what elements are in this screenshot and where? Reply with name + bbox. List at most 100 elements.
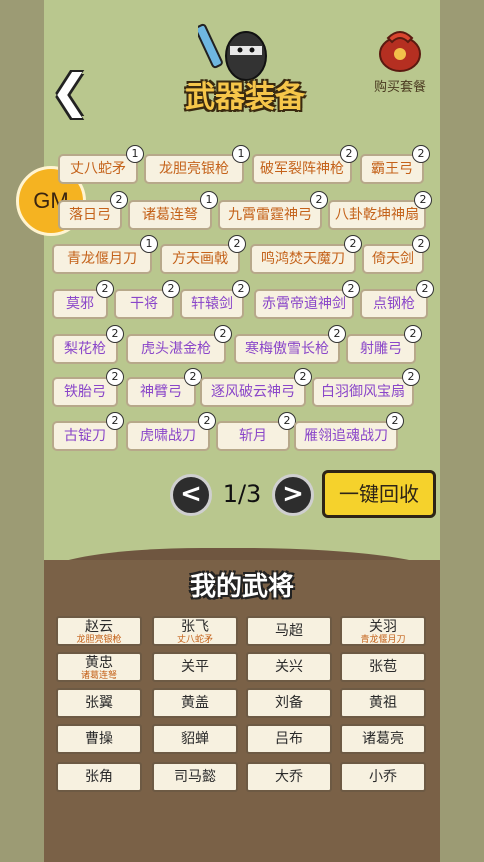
general-name: 黄盖	[181, 695, 209, 711]
weapon-name: 白羽御风宝扇	[321, 384, 405, 400]
general-card[interactable]: 黄祖	[340, 688, 426, 718]
weapon-level-badge: 1	[140, 235, 158, 253]
general-equipped-weapon: 诸葛连弩	[80, 671, 117, 681]
general-card[interactable]: 关兴	[246, 652, 332, 682]
weapon-chip[interactable]: 虎头湛金枪 2	[126, 325, 232, 364]
page-indicator: 1/3	[222, 480, 262, 508]
general-card[interactable]: 关羽 青龙偃月刀	[340, 616, 426, 646]
weapon-chip[interactable]: 莫邪 2	[52, 280, 114, 319]
general-name: 关兴	[275, 659, 303, 675]
weapon-level-badge: 2	[294, 368, 312, 386]
general-name: 吕布	[275, 731, 303, 747]
general-name: 关羽	[369, 619, 397, 635]
weapon-chip[interactable]: 丈八蛇矛 1	[58, 145, 144, 184]
general-name: 诸葛亮	[362, 731, 404, 747]
weapon-name: 方天画戟	[172, 251, 228, 267]
weapon-name: 虎头湛金枪	[141, 341, 211, 357]
weapon-chip[interactable]: 龙胆亮银枪 1	[144, 145, 250, 184]
weapon-chip[interactable]: 斩月 2	[216, 412, 296, 451]
weapon-name: 铁胎弓	[64, 384, 106, 400]
general-name: 马超	[275, 623, 303, 639]
general-card[interactable]: 张角	[56, 762, 142, 792]
weapon-level-badge: 1	[126, 145, 144, 163]
weapon-chip[interactable]: 倚天剑 2	[362, 235, 430, 274]
weapon-level-badge: 2	[162, 280, 180, 298]
weapon-chip[interactable]: 破军裂阵神枪 2	[252, 145, 358, 184]
recycle-all-button[interactable]: 一键回收	[322, 470, 436, 518]
general-name: 黄忠	[85, 655, 113, 671]
weapon-chip[interactable]: 方天画戟 2	[160, 235, 246, 274]
weapon-level-badge: 2	[414, 191, 432, 209]
weapon-level-badge: 2	[310, 191, 328, 209]
back-button[interactable]: ❮	[48, 66, 92, 116]
weapon-chip[interactable]: 梨花枪 2	[52, 325, 124, 364]
weapon-name: 龙胆亮银枪	[159, 161, 229, 177]
general-card[interactable]: 赵云 龙胆亮银枪	[56, 616, 142, 646]
general-card[interactable]: 貂蝉	[152, 724, 238, 754]
weapon-chip[interactable]: 点钢枪 2	[360, 280, 434, 319]
weapon-name: 莫邪	[66, 296, 94, 312]
general-name: 刘备	[275, 695, 303, 711]
general-name: 张角	[85, 769, 113, 785]
weapon-name: 梨花枪	[64, 341, 106, 357]
weapon-chip[interactable]: 鸣鸿焚天魔刀 2	[250, 235, 362, 274]
weapon-chip[interactable]: 诸葛连弩 1	[128, 191, 218, 230]
weapon-chip[interactable]: 铁胎弓 2	[52, 368, 124, 407]
prev-page-button[interactable]: <	[170, 474, 212, 516]
weapon-level-badge: 2	[198, 412, 216, 430]
weapon-level-badge: 2	[412, 145, 430, 163]
weapon-chip[interactable]: 落日弓 2	[58, 191, 128, 230]
weapon-name: 逐风破云神弓	[211, 384, 295, 400]
weapon-name: 诸葛连弩	[142, 207, 198, 223]
weapon-chip[interactable]: 霸王弓 2	[360, 145, 430, 184]
weapon-chip[interactable]: 寒梅傲雪长枪 2	[234, 325, 346, 364]
general-card[interactable]: 张苞	[340, 652, 426, 682]
weapon-chip[interactable]: 干将 2	[114, 280, 180, 319]
weapon-chip[interactable]: 逐风破云神弓 2	[200, 368, 312, 407]
general-card[interactable]: 吕布	[246, 724, 332, 754]
weapon-name: 斩月	[239, 428, 267, 444]
next-page-button[interactable]: >	[272, 474, 314, 516]
general-card[interactable]: 黄盖	[152, 688, 238, 718]
general-name: 曹操	[85, 731, 113, 747]
weapon-name: 倚天剑	[372, 251, 414, 267]
weapon-name: 八卦乾坤神扇	[335, 207, 419, 223]
general-card[interactable]: 小乔	[340, 762, 426, 792]
buy-package-label[interactable]: 购买套餐	[366, 76, 434, 95]
general-name: 赵云	[85, 619, 113, 635]
weapon-level-badge: 2	[106, 325, 124, 343]
weapon-chip[interactable]: 白羽御风宝扇 2	[312, 368, 420, 407]
weapon-level-badge: 2	[386, 412, 404, 430]
page-title: 武器装备	[185, 80, 305, 115]
weapon-name: 虎啸战刀	[140, 428, 196, 444]
general-card[interactable]: 大乔	[246, 762, 332, 792]
weapon-chip[interactable]: 赤霄帝道神剑 2	[254, 280, 360, 319]
general-equipped-weapon: 青龙偃月刀	[360, 635, 406, 645]
weapon-chip[interactable]: 八卦乾坤神扇 2	[328, 191, 432, 230]
weapon-level-badge: 2	[416, 280, 434, 298]
general-card[interactable]: 曹操	[56, 724, 142, 754]
general-card[interactable]: 黄忠 诸葛连弩	[56, 652, 142, 682]
general-card[interactable]: 诸葛亮	[340, 724, 426, 754]
general-name: 关平	[181, 659, 209, 675]
gift-bag-icon[interactable]	[374, 22, 426, 74]
general-card[interactable]: 司马懿	[152, 762, 238, 792]
weapon-name: 干将	[130, 296, 158, 312]
weapon-chip[interactable]: 青龙偃月刀 1	[52, 235, 158, 274]
weapon-chip[interactable]: 轩辕剑 2	[180, 280, 250, 319]
general-card[interactable]: 张翼	[56, 688, 142, 718]
general-card[interactable]: 关平	[152, 652, 238, 682]
weapon-chip[interactable]: 九霄雷霆神弓 2	[218, 191, 328, 230]
weapon-level-badge: 2	[340, 145, 358, 163]
weapon-chip[interactable]: 神臂弓 2	[126, 368, 202, 407]
weapon-name: 青龙偃月刀	[67, 251, 137, 267]
general-equipped-weapon: 龙胆亮银枪	[76, 635, 122, 645]
weapon-chip[interactable]: 射雕弓 2	[346, 325, 422, 364]
weapon-chip[interactable]: 虎啸战刀 2	[126, 412, 216, 451]
general-card[interactable]: 张飞 丈八蛇矛	[152, 616, 238, 646]
weapon-name: 鸣鸿焚天魔刀	[261, 251, 345, 267]
weapon-chip[interactable]: 雁翎追魂战刀 2	[294, 412, 404, 451]
general-card[interactable]: 马超	[246, 616, 332, 646]
general-card[interactable]: 刘备	[246, 688, 332, 718]
weapon-chip[interactable]: 古锭刀 2	[52, 412, 124, 451]
